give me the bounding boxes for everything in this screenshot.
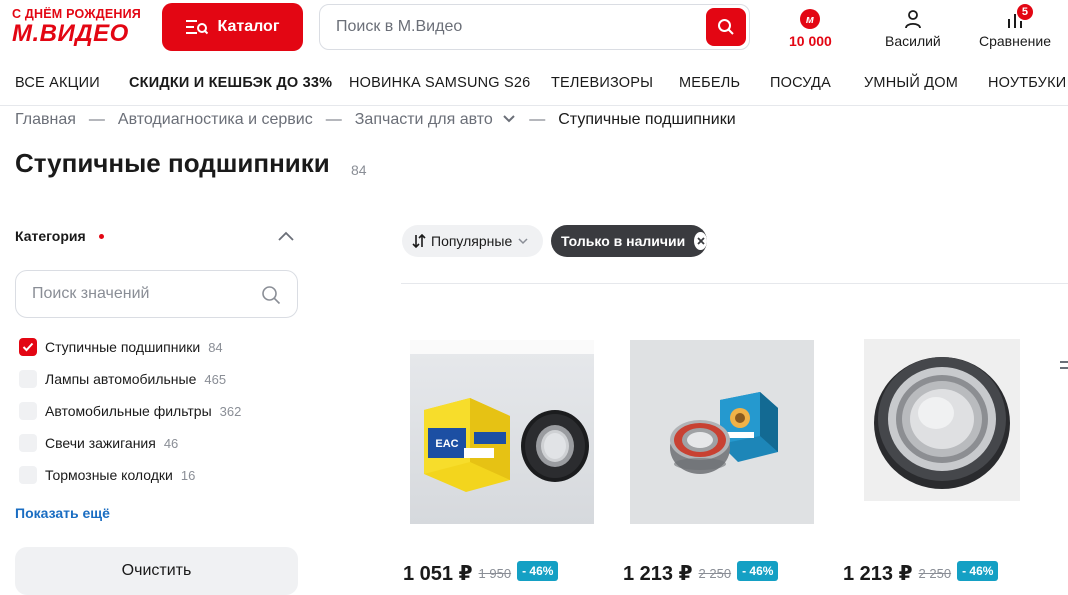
active-filter-dot [99,234,104,239]
check-icon [22,342,34,352]
logo-tagline: С ДНЁМ РОЖДЕНИЯ [12,7,141,21]
filter-search-input[interactable] [32,271,252,317]
category-label: Автомобильные фильтры [45,403,212,419]
category-label: Лампы автомобильные [45,371,197,387]
catalog-button[interactable]: Каталог [162,3,303,51]
category-nav: ВСЕ АКЦИИ СКИДКИ И КЕШБЭК ДО 33% НОВИНКА… [0,62,1068,106]
clear-filters-button[interactable]: Очистить [15,547,298,595]
breadcrumb-current: Ступичные подшипники [558,111,736,128]
chevron-up-icon[interactable] [277,228,295,246]
logo-wordmark: М.ВИДЕО [12,20,129,47]
breadcrumb-separator: — [325,111,342,128]
category-count: 84 [208,339,223,355]
category-count: 46 [163,435,179,451]
breadcrumb-autoparts[interactable]: Запчасти для авто [355,111,517,129]
nav-item-tv[interactable]: ТЕЛЕВИЗОРЫ [551,75,653,91]
nav-item-cookware[interactable]: ПОСУДА [770,75,831,91]
search-bar [319,4,750,50]
mvideo-logo[interactable]: С ДНЁМ РОЖДЕНИЯ М.ВИДЕО [12,7,152,49]
svg-text:м: м [806,14,814,26]
sort-label: Популярные [431,233,513,249]
divider [401,283,1068,284]
search-icon [718,19,734,35]
price: 1 213 ₽ [623,562,693,585]
checkbox[interactable] [19,434,37,452]
category-filter-header[interactable]: Категория [15,228,297,248]
breadcrumb-separator: — [529,111,546,128]
bonus-balance[interactable]: м 10 000 [789,8,832,49]
breadcrumb-autodiag[interactable]: Автодиагностика и сервис [118,111,313,129]
product-count: 84 [351,162,367,178]
old-price: 2 250 [698,565,732,581]
svg-text:EAC: EAC [435,438,458,450]
price-block: 1 213 ₽ 2 250 - 46% [843,560,999,586]
breadcrumb: Главная — Автодиагностика и сервис — Зап… [15,111,736,129]
search-input[interactable] [336,5,696,49]
nav-item-laptops[interactable]: НОУТБУКИ [988,75,1066,91]
discount-badge: - 46% [737,561,779,581]
nav-item-all-promos[interactable]: ВСЕ АКЦИИ [15,75,100,91]
checkbox[interactable] [19,466,37,484]
breadcrumb-autoparts-label: Запчасти для авто [354,111,493,128]
category-count: 362 [219,403,242,419]
nav-item-furniture[interactable]: МЕБЕЛЬ [679,75,740,91]
breadcrumb-separator: — [88,111,105,128]
product-image[interactable] [864,339,1020,501]
nav-item-discounts[interactable]: СКИДКИ И КЕШБЭК ДО 33% [129,75,332,91]
menu-icon[interactable] [1058,357,1068,373]
chevron-down-icon [503,115,515,123]
nav-item-smart-home[interactable]: УМНЫЙ ДОМ [864,75,958,91]
show-more-link[interactable]: Показать ещё [15,505,110,521]
in-stock-filter-chip[interactable]: Только в наличии [551,225,707,257]
category-label: Тормозные колодки [45,467,173,483]
price-block: 1 051 ₽ 1 950 - 46% [403,560,559,586]
old-price: 2 250 [918,565,952,581]
discount-badge: - 46% [517,561,559,581]
chevron-down-icon [518,238,528,245]
nav-item-samsung[interactable]: НОВИНКА SAMSUNG S26 [349,75,530,91]
close-icon[interactable] [694,232,707,250]
category-label: Ступичные подшипники [45,339,201,355]
old-price: 1 950 [478,565,512,581]
in-stock-label: Только в наличии [561,233,686,249]
category-option[interactable]: Лампы автомобильные 465 [19,363,241,395]
profile-link[interactable]: Василий [885,8,941,49]
checkbox[interactable] [19,402,37,420]
product-image[interactable]: EAC [410,340,594,524]
category-option[interactable]: Тормозные колодки 16 [19,459,241,491]
breadcrumb-home[interactable]: Главная [15,111,76,129]
compare-count-badge: 5 [1016,4,1033,20]
compare-link[interactable]: 5 Сравнение [979,4,1051,49]
user-name: Василий [885,33,941,49]
sort-icon [412,234,426,248]
search-button[interactable] [706,8,746,46]
user-icon [904,10,921,29]
category-option[interactable]: Свечи зажигания 46 [19,427,241,459]
sort-dropdown[interactable]: Популярные [402,225,543,257]
category-count: 16 [180,467,196,483]
discount-badge: - 46% [957,561,999,581]
product-image[interactable] [630,340,814,524]
filter-title: Категория [15,228,86,244]
category-count: 465 [204,371,227,387]
bonus-amount: 10 000 [789,33,832,49]
checkbox-checked[interactable] [19,338,37,356]
price: 1 213 ₽ [843,562,913,585]
catalog-icon [185,20,208,35]
category-label: Свечи зажигания [45,435,156,451]
header: С ДНЁМ РОЖДЕНИЯ М.ВИДЕО Каталог м [0,0,1068,56]
filter-search [15,270,298,318]
search-icon [262,286,281,305]
category-option[interactable]: Автомобильные фильтры 362 [19,395,241,427]
price-block: 1 213 ₽ 2 250 - 46% [623,560,779,586]
checkbox[interactable] [19,370,37,388]
catalog-label: Каталог [217,18,280,35]
bonus-icon: м [800,9,821,29]
price: 1 051 ₽ [403,562,473,585]
page-title: Ступичные подшипники [15,148,330,178]
category-list: Ступичные подшипники 84 Лампы автомобиль… [19,331,241,491]
category-option[interactable]: Ступичные подшипники 84 [19,331,241,363]
compare-label: Сравнение [979,33,1051,49]
